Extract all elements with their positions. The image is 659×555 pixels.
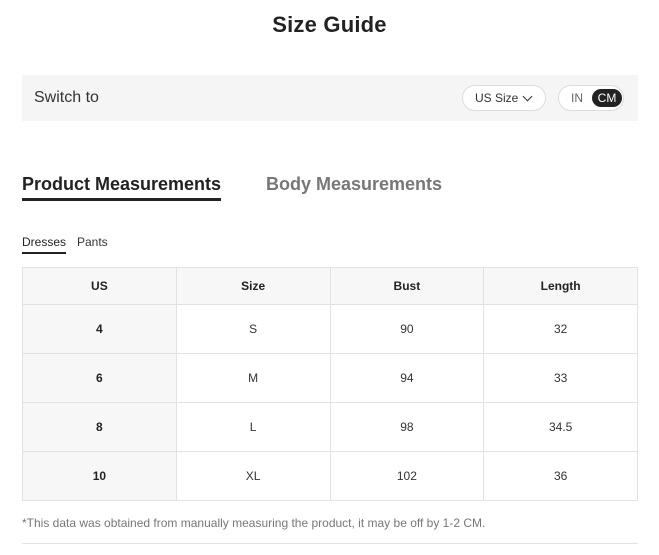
size-system-select[interactable]: US Size <box>462 85 546 111</box>
cell-bust: 94 <box>329 353 485 403</box>
measurement-disclaimer: *This data was obtained from manually me… <box>22 516 486 530</box>
cell-length: 34.5 <box>483 402 638 452</box>
cell-size: L <box>175 402 331 452</box>
unit-option-in[interactable]: IN <box>565 89 589 107</box>
cell-size: S <box>175 304 331 354</box>
cell-us: 6 <box>22 353 177 403</box>
column-header-size: Size <box>175 267 331 305</box>
cell-bust: 102 <box>329 451 485 501</box>
divider <box>22 543 638 544</box>
chevron-down-icon <box>522 91 533 102</box>
page-title: Size Guide <box>272 12 387 37</box>
unit-toggle[interactable]: IN CM <box>558 85 624 111</box>
cell-us: 8 <box>22 402 177 452</box>
column-header-us: US <box>22 267 177 305</box>
subtab-pants-label: Pants <box>77 235 108 249</box>
subtab-pants[interactable]: Pants <box>77 235 108 249</box>
column-header-length: Length <box>483 267 638 305</box>
unit-option-cm[interactable]: CM <box>592 89 622 107</box>
active-subtab-underline <box>22 252 67 254</box>
cell-bust: 98 <box>329 402 485 452</box>
tab-product-measurements-label: Product Measurements <box>22 174 222 194</box>
cell-us: 10 <box>22 451 177 501</box>
table-row: 8 L 98 34.5 <box>22 402 638 452</box>
size-table: US Size Bust Length 4 S 90 32 6 M 94 33 … <box>22 267 638 501</box>
cell-us: 4 <box>22 304 177 354</box>
cell-length: 36 <box>483 451 638 501</box>
tab-product-measurements[interactable]: Product Measurements <box>22 174 222 201</box>
active-tab-underline <box>22 198 222 201</box>
table-header-row: US Size Bust Length <box>22 267 638 305</box>
tab-body-measurements[interactable]: Body Measurements <box>266 174 442 195</box>
size-system-value: US Size <box>475 91 519 105</box>
cell-size: M <box>175 353 331 403</box>
subtab-dresses-label: Dresses <box>22 235 67 249</box>
column-header-bust: Bust <box>329 267 485 305</box>
cell-length: 33 <box>483 353 638 403</box>
switch-label: Switch to <box>34 89 99 106</box>
cell-size: XL <box>175 451 331 501</box>
unit-switch-bar: Switch to US Size IN CM <box>22 75 638 121</box>
tab-body-measurements-label: Body Measurements <box>266 174 443 194</box>
subtab-dresses[interactable]: Dresses <box>22 235 67 254</box>
table-row: 6 M 94 33 <box>22 353 638 403</box>
table-row: 4 S 90 32 <box>22 304 638 354</box>
table-row: 10 XL 102 36 <box>22 451 638 501</box>
cell-length: 32 <box>483 304 638 354</box>
cell-bust: 90 <box>329 304 485 354</box>
